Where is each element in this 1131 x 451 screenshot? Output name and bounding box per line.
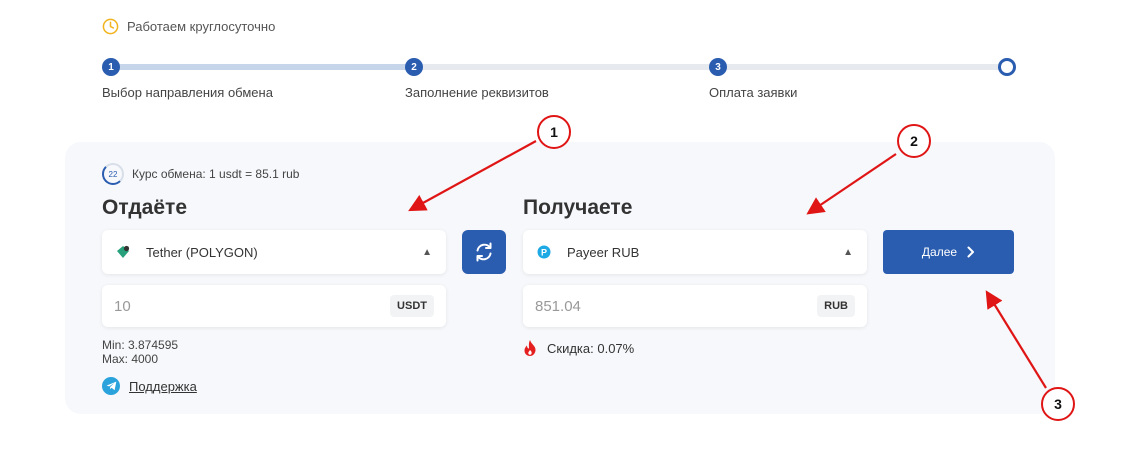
step-1-dot: 1 bbox=[102, 58, 120, 76]
annotation-marker-2: 2 bbox=[897, 124, 931, 158]
swap-icon bbox=[476, 242, 492, 262]
clock-icon bbox=[102, 18, 119, 35]
min-amount: Min: 3.874595 bbox=[102, 338, 179, 352]
give-heading: Отдаёте bbox=[102, 196, 187, 219]
give-amount-input[interactable] bbox=[114, 297, 314, 315]
annotation-marker-3: 3 bbox=[1041, 387, 1075, 421]
step-2-label: Заполнение реквизитов bbox=[405, 85, 549, 100]
give-amount-field[interactable]: USDT bbox=[102, 285, 446, 327]
next-button[interactable]: Далее bbox=[883, 230, 1014, 274]
notice-text: Работаем круглосуточно bbox=[127, 19, 276, 34]
rate-timer: 22 bbox=[102, 163, 124, 185]
give-currency-label: Tether (POLYGON) bbox=[146, 244, 258, 260]
step-3-dot: 3 bbox=[709, 58, 727, 76]
step-final-dot bbox=[998, 58, 1016, 76]
step-3-label: Оплата заявки bbox=[709, 85, 798, 100]
support-link[interactable]: Поддержка bbox=[129, 379, 197, 394]
chevron-up-icon: ▲ bbox=[843, 246, 853, 258]
receive-currency-select[interactable]: P Payeer RUB ▲ bbox=[523, 230, 867, 274]
payeer-icon: P bbox=[537, 245, 551, 259]
tether-icon bbox=[116, 245, 130, 259]
stepper-track-progress bbox=[112, 64, 417, 70]
max-amount: Max: 4000 bbox=[102, 352, 159, 366]
exchange-rate: 22 Курс обмена: 1 usdt = 85.1 rub bbox=[102, 163, 299, 185]
chevron-right-icon bbox=[967, 246, 975, 258]
support-link-row[interactable]: Поддержка bbox=[102, 377, 197, 395]
progress-stepper: 1 Выбор направления обмена 2 Заполнение … bbox=[102, 58, 1016, 108]
give-currency-badge: USDT bbox=[390, 295, 434, 317]
discount-text: Скидка: 0.07% bbox=[547, 340, 635, 356]
step-1-label: Выбор направления обмена bbox=[102, 85, 273, 100]
exchange-rate-text: Курс обмена: 1 usdt = 85.1 rub bbox=[132, 167, 300, 181]
receive-heading: Получаете bbox=[523, 196, 633, 219]
discount-info: Скидка: 0.07% bbox=[523, 339, 634, 357]
next-button-label: Далее bbox=[921, 245, 958, 259]
svg-text:P: P bbox=[541, 247, 547, 257]
annotation-marker-1: 1 bbox=[537, 115, 571, 149]
receive-currency-label: Payeer RUB bbox=[567, 244, 640, 260]
chevron-up-icon: ▲ bbox=[422, 246, 432, 258]
receive-amount-input[interactable] bbox=[535, 297, 735, 315]
step-2-dot: 2 bbox=[405, 58, 423, 76]
swap-currencies-button[interactable] bbox=[462, 230, 506, 274]
give-currency-select[interactable]: Tether (POLYGON) ▲ bbox=[102, 230, 446, 274]
working-hours-notice: Работаем круглосуточно bbox=[102, 18, 275, 35]
receive-amount-field[interactable]: RUB bbox=[523, 285, 867, 327]
telegram-icon bbox=[102, 377, 120, 395]
give-limits: Min: 3.874595 Max: 4000 bbox=[102, 338, 178, 366]
receive-currency-badge: RUB bbox=[817, 295, 855, 317]
fire-icon bbox=[524, 340, 536, 356]
